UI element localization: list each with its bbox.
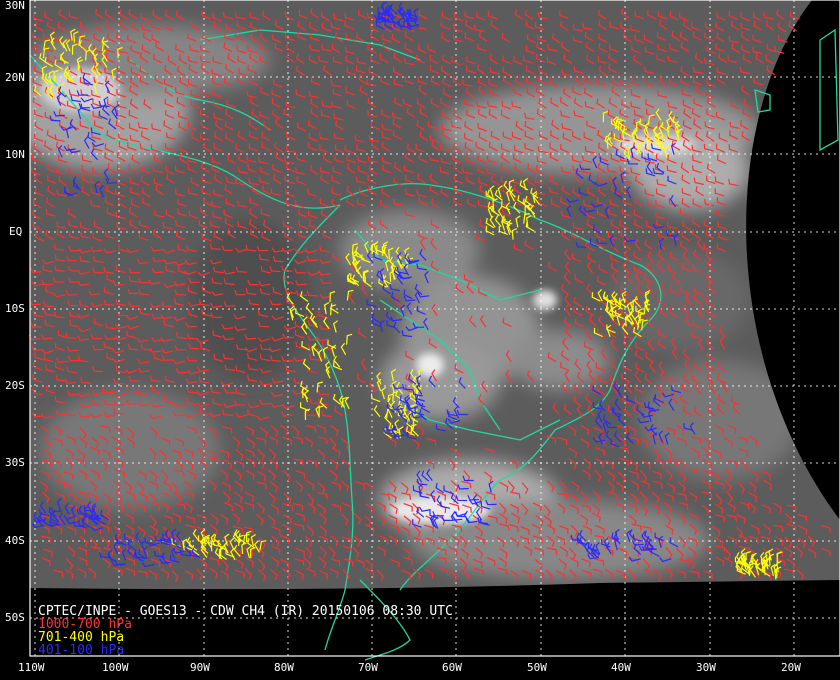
lon-label-110w: 110W	[18, 661, 45, 674]
lon-label-80w: 80W	[274, 661, 294, 674]
lon-label-50w: 50W	[527, 661, 547, 674]
lat-label-20n: 20N	[5, 71, 25, 84]
lat-label-50s: 50S	[5, 611, 25, 624]
lat-label-30n: 30N	[5, 0, 25, 12]
lon-label-60w: 60W	[442, 661, 462, 674]
lon-label-20w: 20W	[781, 661, 801, 674]
lat-label-10n: 10N	[5, 148, 25, 161]
lat-label-20s: 20S	[5, 379, 25, 392]
lat-label-30s: 30S	[5, 456, 25, 469]
satellite-wind-map	[0, 0, 840, 680]
legend-item-high-level: 401-100 hPa	[38, 643, 125, 658]
lon-label-100w: 100W	[102, 661, 129, 674]
lon-label-40w: 40W	[611, 661, 631, 674]
lat-label-10s: 10S	[5, 302, 25, 315]
lon-label-30w: 30W	[696, 661, 716, 674]
lon-label-70w: 70W	[358, 661, 378, 674]
lon-label-90w: 90W	[190, 661, 210, 674]
lat-label-eq: EQ	[9, 225, 23, 238]
lat-label-40s: 40S	[5, 534, 25, 547]
